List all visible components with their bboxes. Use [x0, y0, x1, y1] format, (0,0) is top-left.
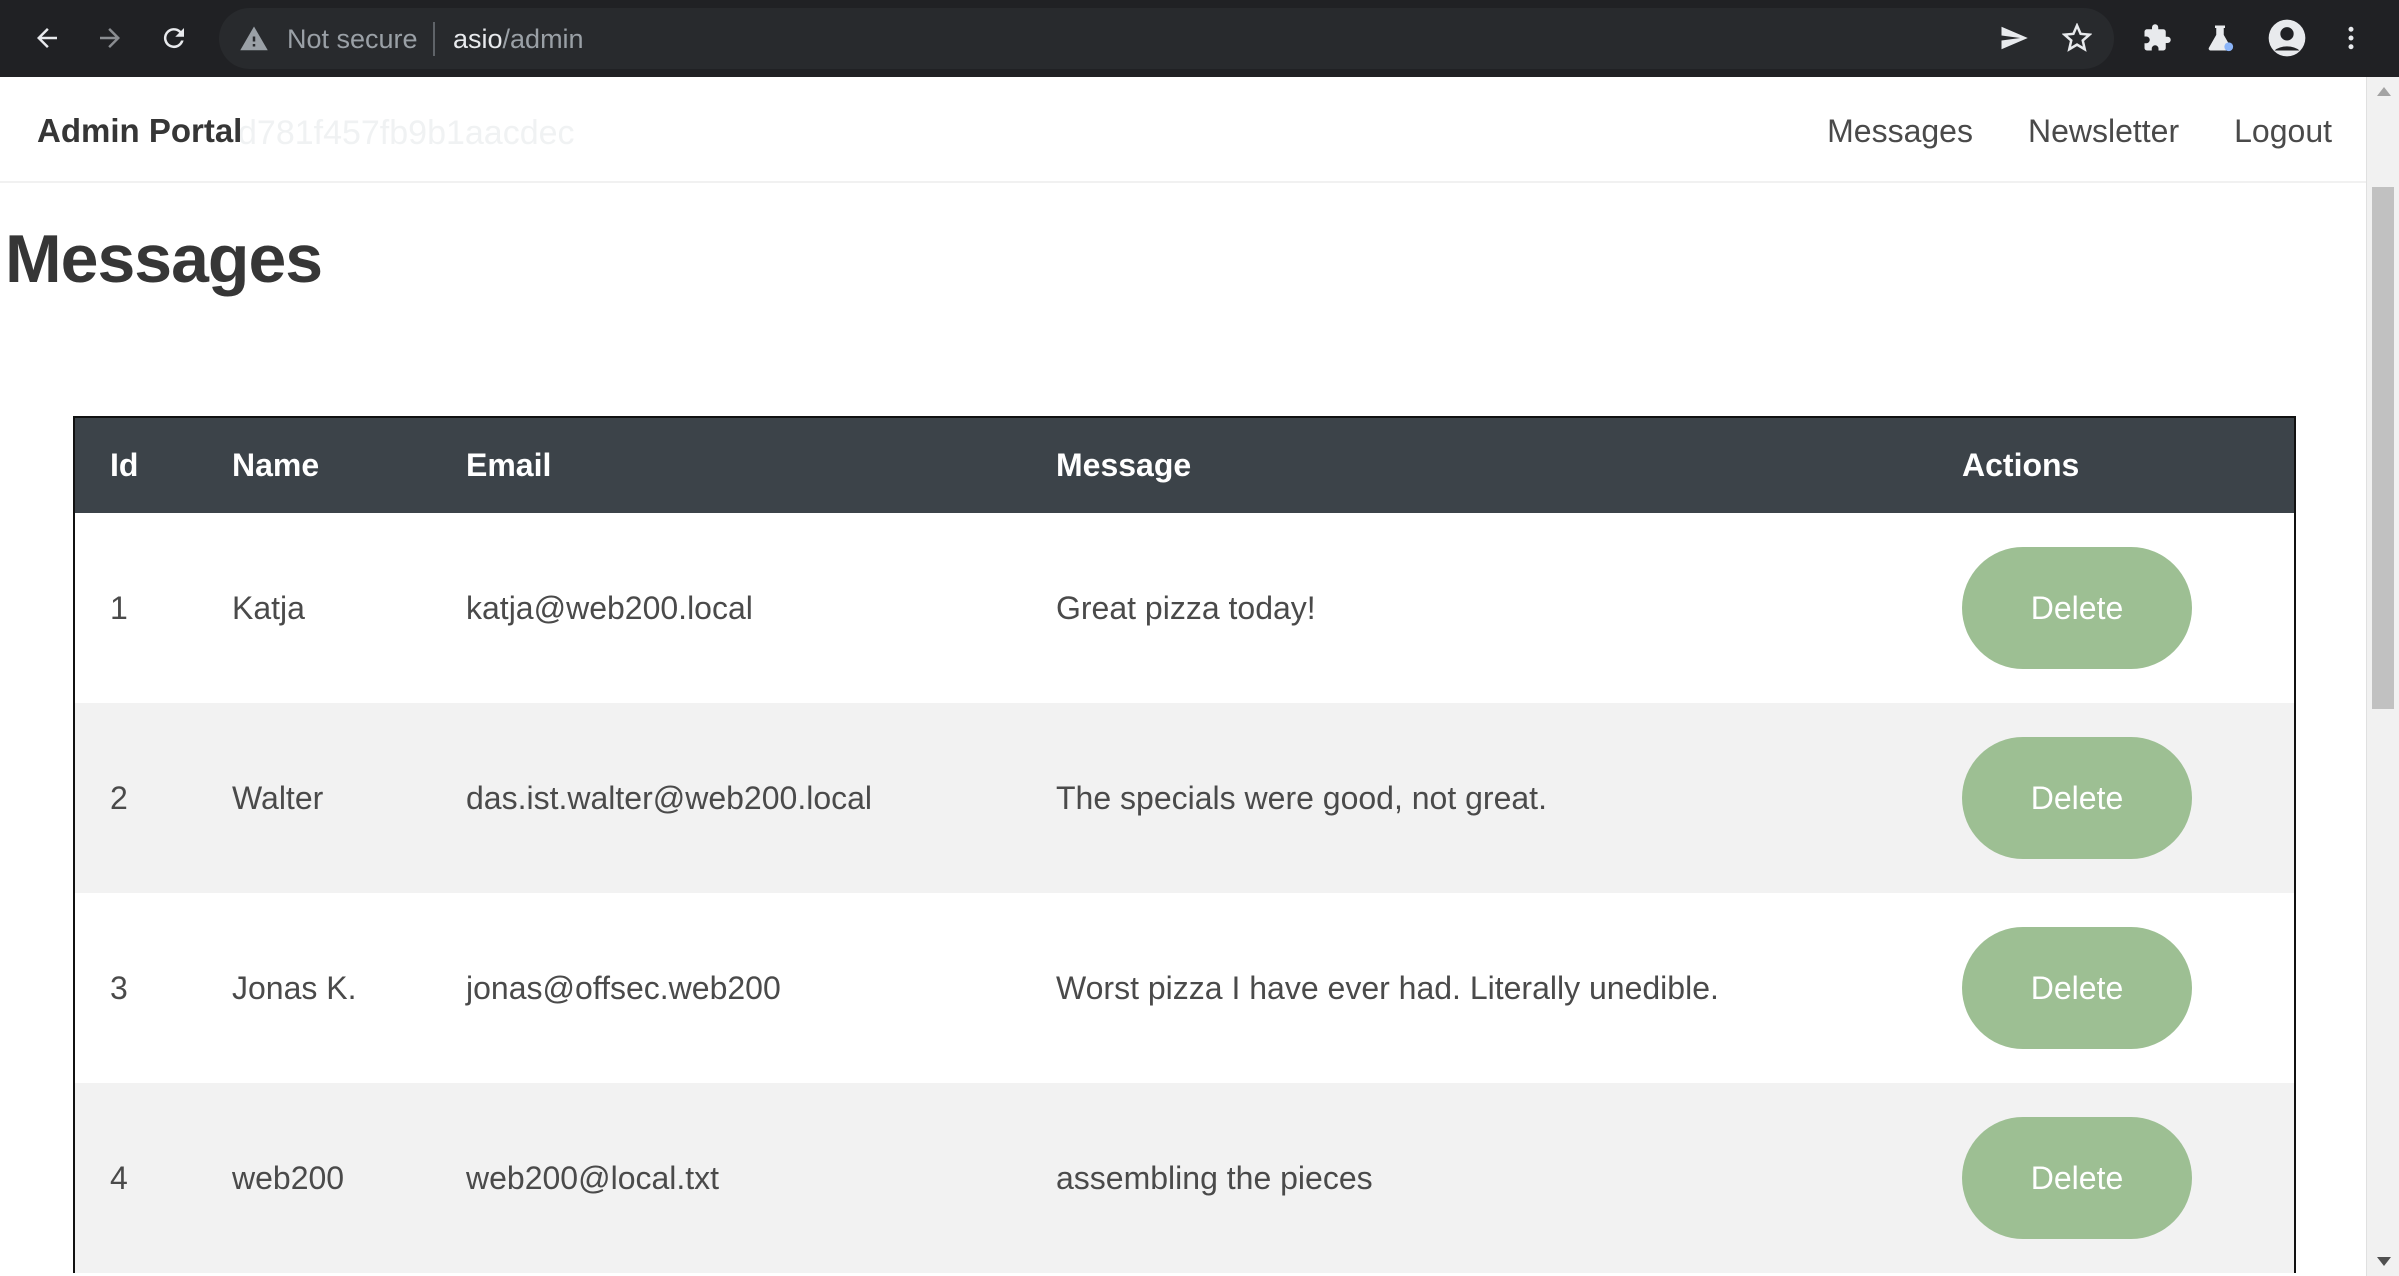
nav-link-messages[interactable]: Messages	[1827, 111, 1973, 151]
page-viewport: d781f457fb9b1aacdec Admin Portal Message…	[0, 77, 2366, 1276]
back-icon	[37, 28, 57, 48]
extensions-button[interactable]	[2134, 15, 2180, 61]
labs-button[interactable]	[2197, 15, 2243, 61]
url-host: asio	[453, 24, 503, 54]
nav-link-logout[interactable]: Logout	[2234, 111, 2332, 151]
star-icon	[2062, 23, 2092, 52]
url-path: /admin	[502, 24, 584, 54]
send-icon	[2001, 26, 2028, 50]
cell-actions: Delete	[1962, 893, 2294, 1083]
cell-name: Jonas K.	[232, 969, 357, 1006]
cell-actions: Delete	[1962, 703, 2294, 893]
menu-icon	[2348, 26, 2354, 50]
cell-id: 2	[110, 779, 128, 816]
cell-name: Walter	[232, 779, 324, 816]
nav-link-newsletter[interactable]: Newsletter	[2028, 111, 2179, 151]
page-title: Messages	[5, 221, 323, 297]
table-row: 4 web200 web200@local.txt assembling the…	[75, 1083, 2294, 1273]
cell-name: web200	[232, 1159, 345, 1196]
cell-email: katja@web200.local	[466, 589, 753, 626]
header-email: Email	[466, 447, 552, 483]
url-text[interactable]: asio/admin	[453, 24, 584, 54]
header-id: Id	[110, 447, 139, 483]
scroll-up-arrow-icon[interactable]	[2377, 87, 2391, 96]
cell-email: das.ist.walter@web200.local	[466, 779, 873, 816]
header-actions: Actions	[1962, 447, 2080, 483]
delete-button[interactable]: Delete	[1962, 737, 2192, 859]
delete-button[interactable]: Delete	[1962, 1117, 2192, 1239]
header-name: Name	[232, 447, 320, 483]
table-header-row: Id Name Email Message Actions	[75, 418, 2294, 513]
forward-icon	[100, 28, 120, 48]
cell-message: assembling the pieces	[1056, 1159, 1373, 1196]
cell-message: Great pizza today!	[1056, 589, 1316, 626]
cell-id: 4	[110, 1159, 128, 1196]
cell-message: Worst pizza I have ever had. Literally u…	[1056, 969, 1719, 1006]
forward-button[interactable]	[87, 15, 133, 61]
labs-icon	[2208, 25, 2234, 52]
cell-name: Katja	[232, 589, 305, 626]
back-button[interactable]	[24, 15, 70, 61]
scroll-down-arrow-icon[interactable]	[2377, 1257, 2391, 1266]
navbar: d781f457fb9b1aacdec Admin Portal Message…	[0, 77, 2366, 183]
profile-icon	[2268, 19, 2306, 57]
reload-icon	[163, 28, 184, 49]
header-message: Message	[1056, 447, 1192, 483]
messages-table: Id Name Email Message Actions 1 Katja ka…	[73, 416, 2296, 1273]
cell-actions: Delete	[1962, 1083, 2294, 1273]
send-tab-button[interactable]	[1991, 15, 2037, 61]
vertical-scrollbar[interactable]	[2366, 77, 2399, 1276]
cell-id: 3	[110, 969, 128, 1006]
address-bar[interactable]: Not secure asio/admin	[219, 8, 2114, 69]
cell-email: web200@local.txt	[466, 1159, 720, 1196]
reload-button[interactable]	[151, 15, 197, 61]
scroll-thumb[interactable]	[2372, 187, 2394, 709]
cell-email: jonas@offsec.web200	[466, 969, 781, 1006]
delete-button[interactable]: Delete	[1962, 547, 2192, 669]
brand-logo[interactable]: Admin Portal	[37, 111, 242, 151]
browser-toolbar: Not secure asio/admin	[0, 0, 2399, 77]
warning-icon	[240, 26, 268, 51]
address-separator	[433, 22, 435, 56]
hidden-token-text: d781f457fb9b1aacdec	[238, 114, 575, 152]
table-row: 1 Katja katja@web200.local Great pizza t…	[75, 513, 2294, 703]
profile-button[interactable]	[2264, 15, 2310, 61]
cell-message: The specials were good, not great.	[1056, 779, 1547, 816]
extensions-icon	[2144, 24, 2171, 51]
security-status[interactable]: Not secure	[287, 24, 418, 54]
browser-menu-button[interactable]	[2328, 15, 2374, 61]
table-row: 2 Walter das.ist.walter@web200.local The…	[75, 703, 2294, 893]
cell-id: 1	[110, 589, 128, 626]
delete-button[interactable]: Delete	[1962, 927, 2192, 1049]
nav-links: Messages Newsletter Logout	[1827, 111, 2332, 151]
bookmark-button[interactable]	[2054, 15, 2100, 61]
cell-actions: Delete	[1962, 513, 2294, 703]
table-row: 3 Jonas K. jonas@offsec.web200 Worst piz…	[75, 893, 2294, 1083]
